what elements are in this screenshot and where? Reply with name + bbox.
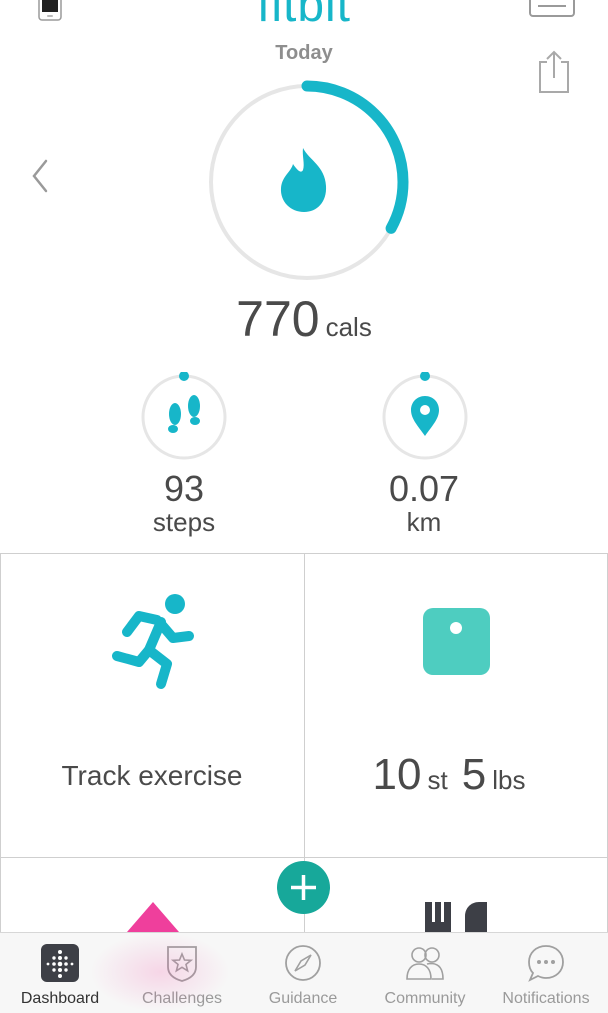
tab-community[interactable]: Community bbox=[365, 933, 485, 1013]
plus-icon bbox=[291, 875, 316, 900]
scale-icon bbox=[423, 608, 490, 675]
fitbit-logo: fitbit bbox=[256, 0, 352, 32]
calories-unit: cals bbox=[325, 312, 372, 342]
steps-ring[interactable] bbox=[139, 371, 229, 462]
profile-card-icon[interactable] bbox=[528, 0, 576, 18]
dashboard-icon bbox=[41, 944, 79, 982]
chat-bubble-icon bbox=[528, 945, 564, 982]
weight-tile[interactable]: 10st 5 lbs bbox=[304, 553, 608, 858]
flame-icon bbox=[280, 148, 327, 212]
calories-total: 770 cals bbox=[0, 290, 608, 348]
calories-ring[interactable] bbox=[205, 80, 409, 284]
date-label[interactable]: Today bbox=[0, 42, 608, 65]
bottom-tab-bar: Dashboard Challenges Guidance Community … bbox=[0, 932, 608, 1013]
distance-value: 0.07 bbox=[388, 468, 460, 509]
tab-dashboard-label: Dashboard bbox=[20, 990, 100, 1007]
tab-guidance[interactable]: Guidance bbox=[243, 933, 363, 1013]
community-icon bbox=[406, 947, 444, 980]
challenges-star-icon bbox=[167, 946, 197, 982]
steps-unit: steps bbox=[152, 507, 216, 537]
track-exercise-tile[interactable]: Track exercise bbox=[0, 553, 305, 858]
weight-value: 10st 5 lbs bbox=[305, 750, 607, 800]
tab-challenges[interactable]: Challenges bbox=[122, 933, 242, 1013]
weight-pounds: 5 bbox=[461, 750, 487, 799]
calories-value: 770 bbox=[236, 291, 320, 347]
weight-stones: 10 bbox=[372, 750, 422, 799]
track-exercise-label: Track exercise bbox=[61, 760, 243, 791]
share-icon[interactable] bbox=[534, 48, 574, 96]
tab-notifications-label: Notifications bbox=[502, 990, 590, 1007]
tab-dashboard[interactable]: Dashboard bbox=[0, 933, 120, 1013]
tab-community-label: Community bbox=[384, 990, 466, 1007]
compass-icon bbox=[285, 945, 321, 981]
steps-value: 93 bbox=[163, 468, 205, 509]
weight-pound-unit: lbs bbox=[492, 765, 526, 795]
distance-unit: km bbox=[406, 507, 442, 537]
runner-icon bbox=[112, 594, 194, 689]
tab-notifications[interactable]: Notifications bbox=[486, 933, 606, 1013]
add-button[interactable] bbox=[277, 861, 330, 914]
tab-challenges-label: Challenges bbox=[141, 990, 223, 1007]
tab-guidance-label: Guidance bbox=[268, 990, 338, 1007]
distance-ring[interactable] bbox=[380, 371, 470, 462]
footprints-icon bbox=[168, 395, 200, 433]
food-pink-icon bbox=[127, 902, 179, 932]
weight-stone-unit: st bbox=[427, 765, 448, 795]
location-pin-icon bbox=[411, 396, 439, 436]
previous-day-chevron-icon[interactable] bbox=[28, 158, 52, 194]
